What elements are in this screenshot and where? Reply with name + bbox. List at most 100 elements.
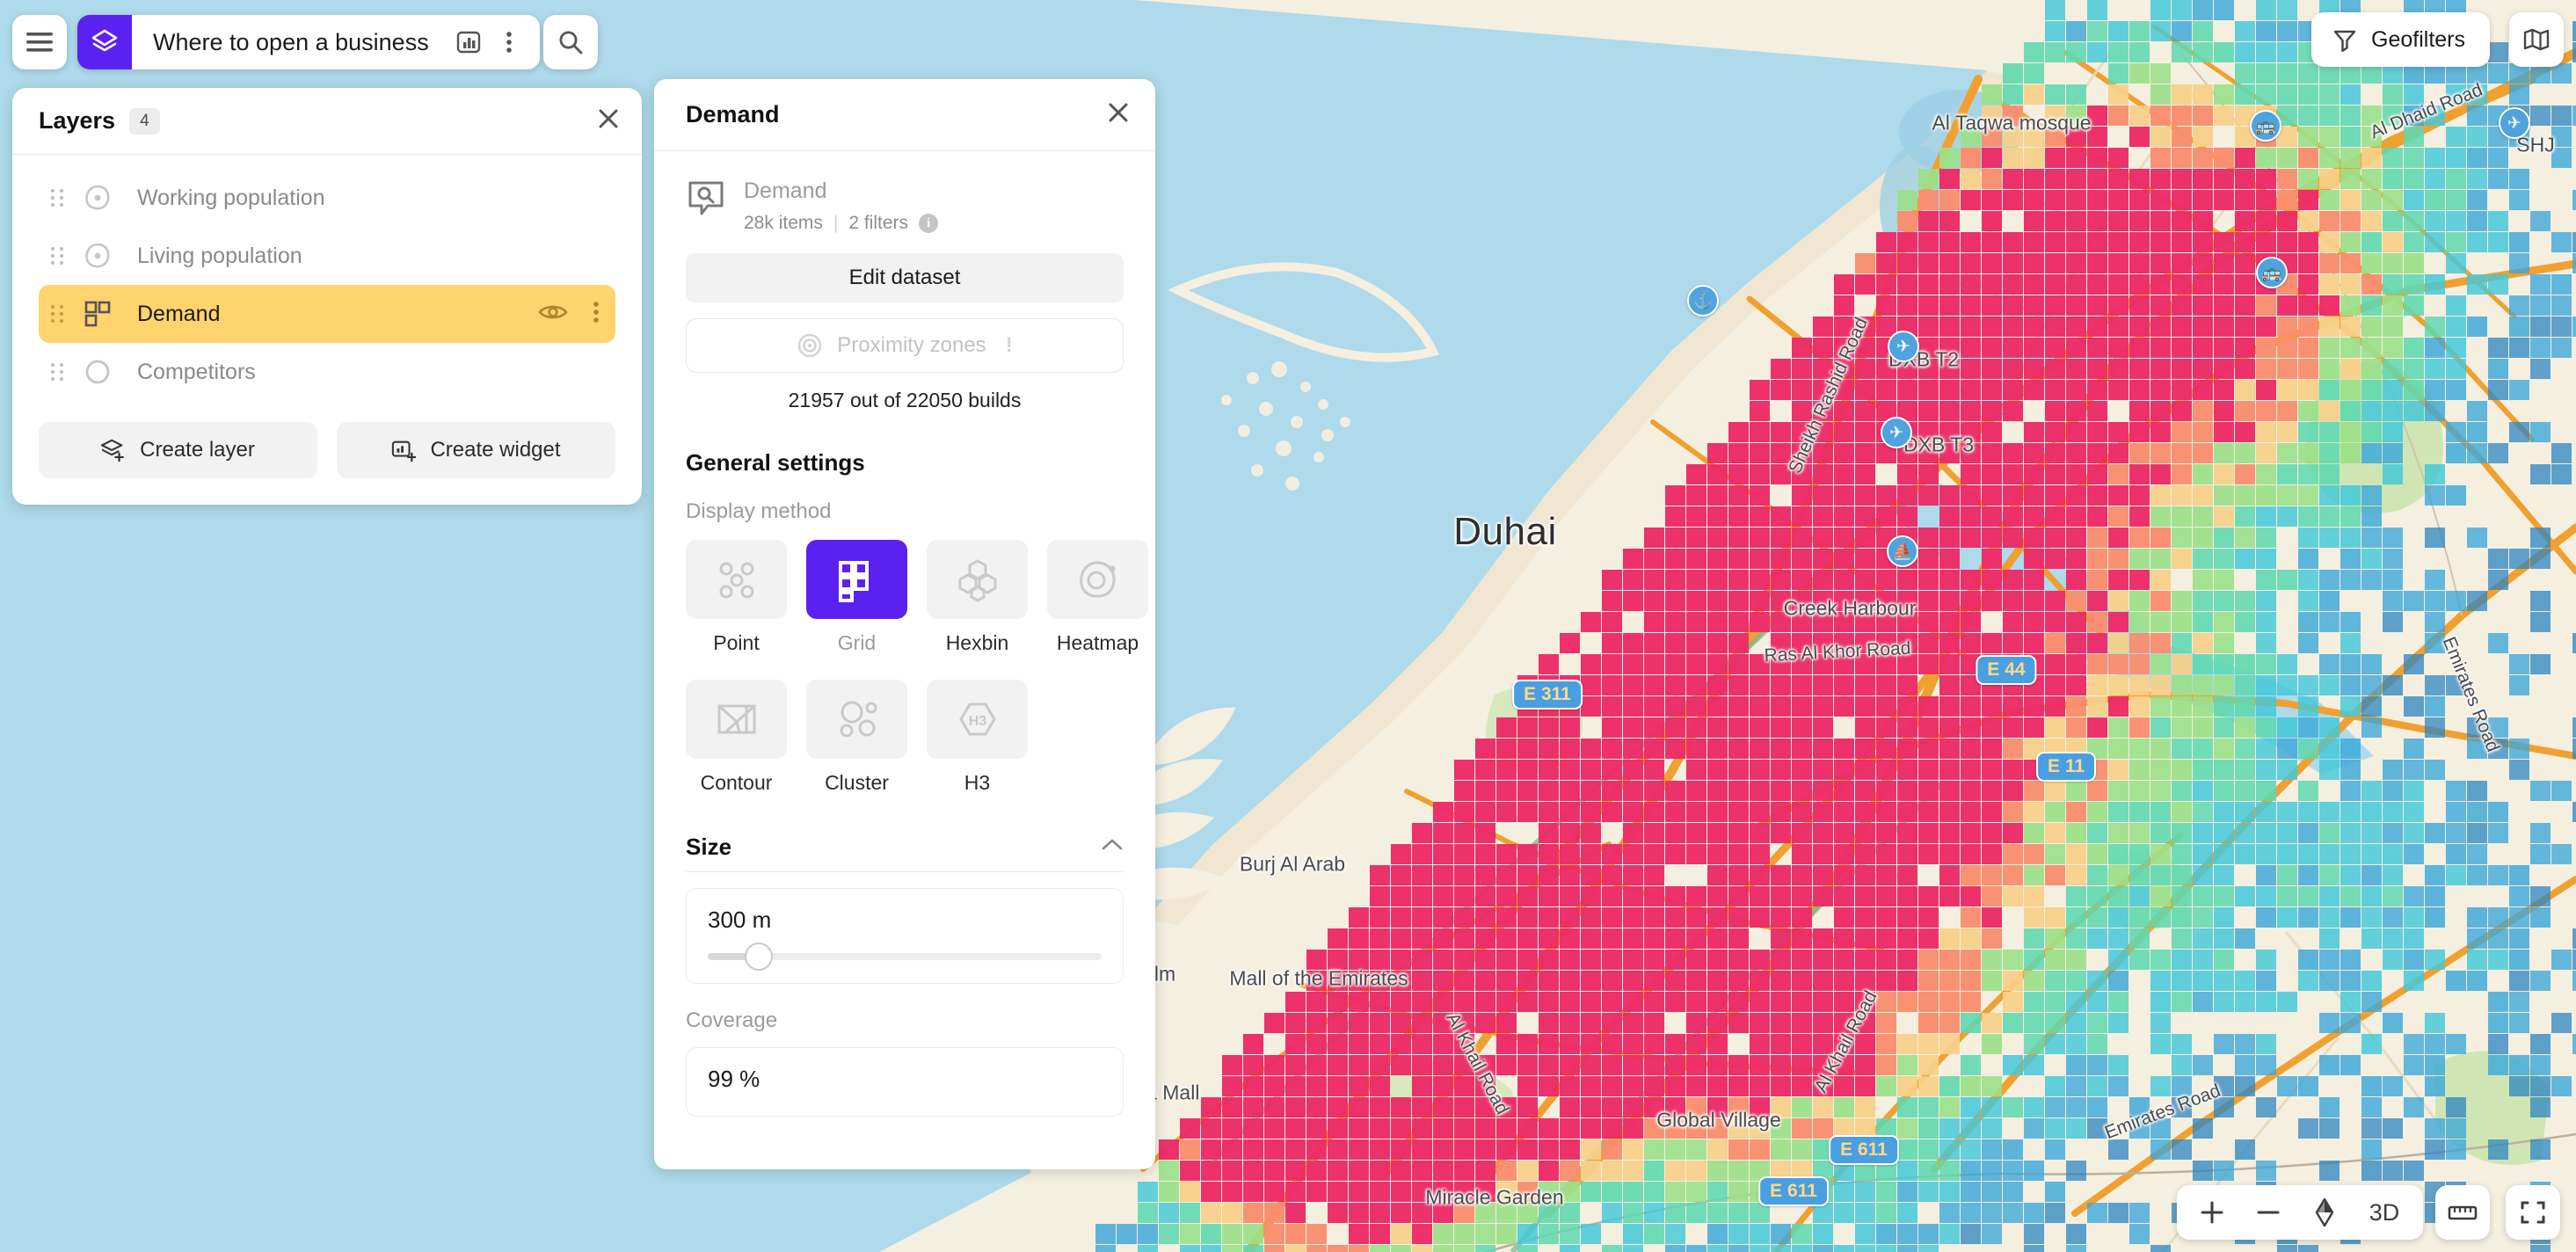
display-method-h3[interactable]: H3 H3	[927, 680, 1028, 795]
layer-actions	[538, 301, 600, 328]
funnel-icon	[2333, 30, 2356, 52]
circle-layer-icon	[76, 357, 120, 387]
drag-handle-icon[interactable]	[51, 247, 69, 265]
bus-icon[interactable]: 🚌	[2256, 257, 2288, 288]
geofilters-label: Geofilters	[2371, 26, 2465, 52]
pitch-button[interactable]	[2296, 1185, 2353, 1240]
search-button[interactable]	[543, 15, 598, 69]
zoom-out-button[interactable]	[2240, 1185, 2296, 1240]
compass-needle-icon	[2315, 1197, 2334, 1227]
coverage-field[interactable]: 99 %	[686, 1047, 1124, 1117]
drag-handle-icon[interactable]	[51, 189, 69, 207]
edit-dataset-button[interactable]: Edit dataset	[686, 253, 1124, 302]
layer-row-competitors[interactable]: Competitors	[39, 343, 615, 401]
layer-label: Working population	[137, 185, 325, 210]
anchor-icon[interactable]: ⚓	[1687, 285, 1719, 317]
create-layer-button[interactable]: Create layer	[39, 422, 317, 478]
size-collapse-button[interactable]	[1101, 838, 1124, 856]
scatter-dots-icon	[686, 540, 787, 619]
airplane-icon[interactable]: ✈	[1881, 417, 1912, 448]
project-title-bar: Where to open a business	[77, 15, 540, 69]
proximity-zones-button[interactable]: Proximity zones !	[686, 318, 1124, 373]
airplane-icon[interactable]: ✈	[1888, 331, 1919, 362]
create-widget-button[interactable]: Create widget	[337, 422, 615, 478]
kebab-menu-icon	[506, 32, 512, 53]
boat-icon[interactable]: ⛵	[1887, 535, 1918, 567]
three-d-button[interactable]: 3D	[2353, 1185, 2416, 1240]
app-root: Duhai Al Taqwa mosque DXB T2 DXB T3 Creek Ha…	[0, 0, 2576, 1252]
chevron-up-icon	[1102, 839, 1123, 850]
display-method-row-2: Contour Cluster H3 H3	[686, 680, 1124, 795]
size-slider[interactable]	[708, 943, 1102, 971]
size-field[interactable]: 300 m	[686, 888, 1124, 984]
bus-icon[interactable]: 🚌	[2250, 110, 2281, 142]
display-method-point[interactable]: Point	[686, 540, 787, 655]
display-method-grid[interactable]: Grid	[806, 540, 907, 655]
project-more-button[interactable]	[489, 22, 529, 62]
demand-close-button[interactable]	[1108, 102, 1129, 127]
display-method-contour[interactable]: Contour	[686, 680, 787, 795]
proximity-zones-label: Proximity zones	[837, 333, 986, 357]
display-method-heatmap[interactable]: Heatmap	[1047, 540, 1148, 655]
charts-button[interactable]	[448, 22, 489, 62]
layer-label: Competitors	[137, 359, 256, 384]
general-settings-title: General settings	[686, 449, 865, 476]
info-icon[interactable]: i	[919, 214, 939, 233]
main-menu-button[interactable]	[12, 15, 67, 69]
layer-row-working-population[interactable]: Working population	[39, 169, 615, 227]
search-icon	[559, 31, 583, 55]
layers-title: Layers	[39, 107, 116, 134]
brand-logo[interactable]	[77, 15, 132, 69]
layers-count-badge: 4	[129, 107, 160, 135]
map-fold-icon	[2523, 28, 2550, 51]
layer-label: Demand	[137, 301, 221, 326]
close-icon	[1109, 103, 1128, 122]
size-slider-knob[interactable]	[745, 943, 774, 971]
layer-row-demand[interactable]: Demand	[39, 285, 615, 343]
drag-handle-icon[interactable]	[51, 363, 69, 381]
dataset-meta: 28k items | 2 filters i	[744, 213, 939, 234]
dataset-filters-count: 2 filters	[848, 213, 909, 233]
heatmap-blob-icon	[1047, 540, 1148, 619]
display-method-label-contour: Contour	[700, 771, 773, 794]
cluster-circles-icon	[806, 680, 907, 759]
layers-logo-icon	[91, 29, 118, 52]
geofilters-button[interactable]: Geofilters	[2311, 12, 2490, 67]
layer-row-living-population[interactable]: Living population	[39, 227, 615, 285]
create-layer-label: Create layer	[140, 438, 255, 462]
demand-layer-panel: Demand Demand 28k items | 2 filters i Ed…	[654, 79, 1155, 1169]
demand-panel-title: Demand	[686, 101, 780, 127]
display-method-cluster[interactable]: Cluster	[806, 680, 907, 795]
dataset-name: Demand	[744, 178, 827, 203]
dataset-search-icon	[688, 181, 724, 215]
basemap-button[interactable]	[2509, 12, 2564, 67]
zoom-controls: 3D	[2177, 1185, 2423, 1240]
coverage-value: 99 %	[708, 1066, 760, 1092]
h3-hexagon-icon: H3	[927, 680, 1028, 759]
layer-visibility-button[interactable]	[538, 302, 568, 326]
highway-shield: E 611	[1758, 1176, 1829, 1206]
fullscreen-icon	[2521, 1201, 2545, 1224]
svg-text:H3: H3	[968, 714, 986, 729]
plus-icon	[2201, 1201, 2223, 1224]
dataset-items-count: 28k items	[744, 213, 823, 233]
display-method-label-heatmap: Heatmap	[1056, 631, 1139, 654]
point-layer-icon	[76, 183, 120, 213]
layer-more-button[interactable]	[593, 301, 600, 328]
display-method-hexbin[interactable]: Hexbin	[927, 540, 1028, 655]
coverage-label: Coverage	[686, 1008, 778, 1032]
dataset-summary: Demand 28k items | 2 filters i	[686, 178, 1124, 234]
layers-close-button[interactable]	[598, 108, 619, 134]
drag-handle-icon[interactable]	[51, 305, 69, 323]
create-widget-icon	[392, 440, 417, 462]
measure-button[interactable]	[2435, 1185, 2490, 1240]
builds-count-text: 21957 out of 22050 builds	[788, 389, 1022, 411]
fullscreen-button[interactable]	[2506, 1185, 2560, 1240]
create-widget-label: Create widget	[430, 438, 561, 462]
demand-panel-header: Demand	[654, 79, 1155, 151]
target-icon	[797, 333, 822, 358]
size-section-header: Size	[686, 833, 1124, 872]
zoom-in-button[interactable]	[2184, 1185, 2240, 1240]
airplane-icon[interactable]: ✈	[2499, 107, 2530, 139]
display-method-label: Display method	[686, 499, 832, 523]
